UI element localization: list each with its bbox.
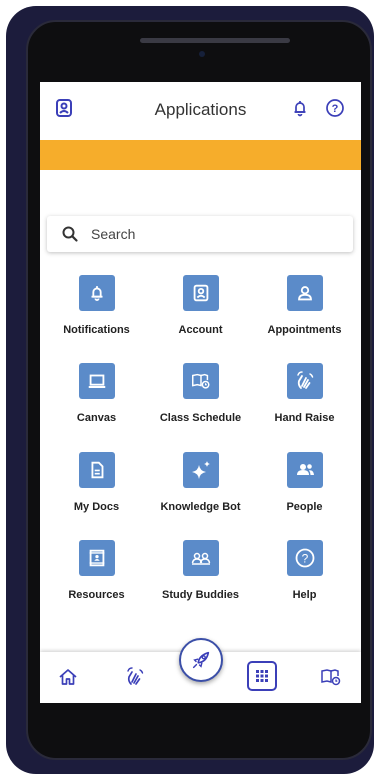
tile-label: Knowledge Bot [160, 501, 241, 513]
tile-study-buddies[interactable]: Study Buddies [147, 540, 254, 620]
tile-label: Help [292, 589, 317, 601]
tile-label: Notifications [63, 324, 130, 336]
apps-grid-icon [255, 669, 269, 683]
hand-icon [286, 363, 323, 399]
home-icon[interactable] [56, 665, 80, 689]
tile-label: Study Buddies [161, 589, 239, 601]
search-box[interactable] [47, 216, 353, 252]
device-camera [199, 51, 205, 57]
hand-icon[interactable] [123, 665, 147, 689]
tile-notifications[interactable]: Notifications [43, 275, 150, 355]
svg-text:?: ? [301, 552, 308, 566]
bell-icon [78, 275, 115, 311]
tile-class-schedule[interactable]: Class Schedule [147, 363, 254, 443]
apps-grid-button[interactable] [247, 661, 277, 691]
tile-people[interactable]: People [251, 452, 358, 532]
device-speaker [140, 38, 290, 43]
tile-canvas[interactable]: Canvas [43, 363, 150, 443]
tile-label: Canvas [76, 412, 117, 424]
tile-label: Hand Raise [274, 412, 335, 424]
account-icon [182, 275, 219, 311]
book-clock-icon [182, 363, 219, 399]
search-icon [61, 225, 79, 243]
study-buddies-icon [182, 540, 219, 576]
tile-appointments[interactable]: Appointments [251, 275, 358, 355]
book-clock-icon[interactable] [319, 665, 343, 689]
help-icon[interactable]: ? [323, 96, 347, 120]
tile-label: Account [178, 324, 223, 336]
tile-label: Class Schedule [159, 412, 242, 424]
bell-icon[interactable] [288, 96, 312, 120]
help-icon: ? [286, 540, 323, 576]
page-title: Applications [154, 100, 247, 119]
tile-label: My Docs [73, 501, 120, 513]
rocket-icon [190, 649, 212, 671]
document-icon [78, 452, 115, 488]
tile-label: People [286, 501, 323, 513]
tile-account[interactable]: Account [147, 275, 254, 355]
tile-help[interactable]: ? Help [251, 540, 358, 620]
announcement-banner [40, 140, 361, 170]
tile-label: Resources [68, 589, 125, 601]
app-screen: Applications ? Notifications Account [40, 82, 361, 703]
tile-hand-raise[interactable]: Hand Raise [251, 363, 358, 443]
search-input[interactable] [89, 225, 333, 243]
laptop-icon [78, 363, 115, 399]
sparkle-icon [182, 452, 219, 488]
tile-label: Appointments [267, 324, 342, 336]
svg-text:?: ? [332, 103, 339, 115]
tile-resources[interactable]: Resources [43, 540, 150, 620]
person-icon [286, 275, 323, 311]
top-bar: Applications ? [40, 82, 361, 140]
launch-button[interactable] [179, 638, 223, 682]
tile-my-docs[interactable]: My Docs [43, 452, 150, 532]
people-icon [286, 452, 323, 488]
tile-knowledge-bot[interactable]: Knowledge Bot [147, 452, 254, 532]
contact-book-icon [78, 540, 115, 576]
bottom-nav [40, 638, 361, 703]
